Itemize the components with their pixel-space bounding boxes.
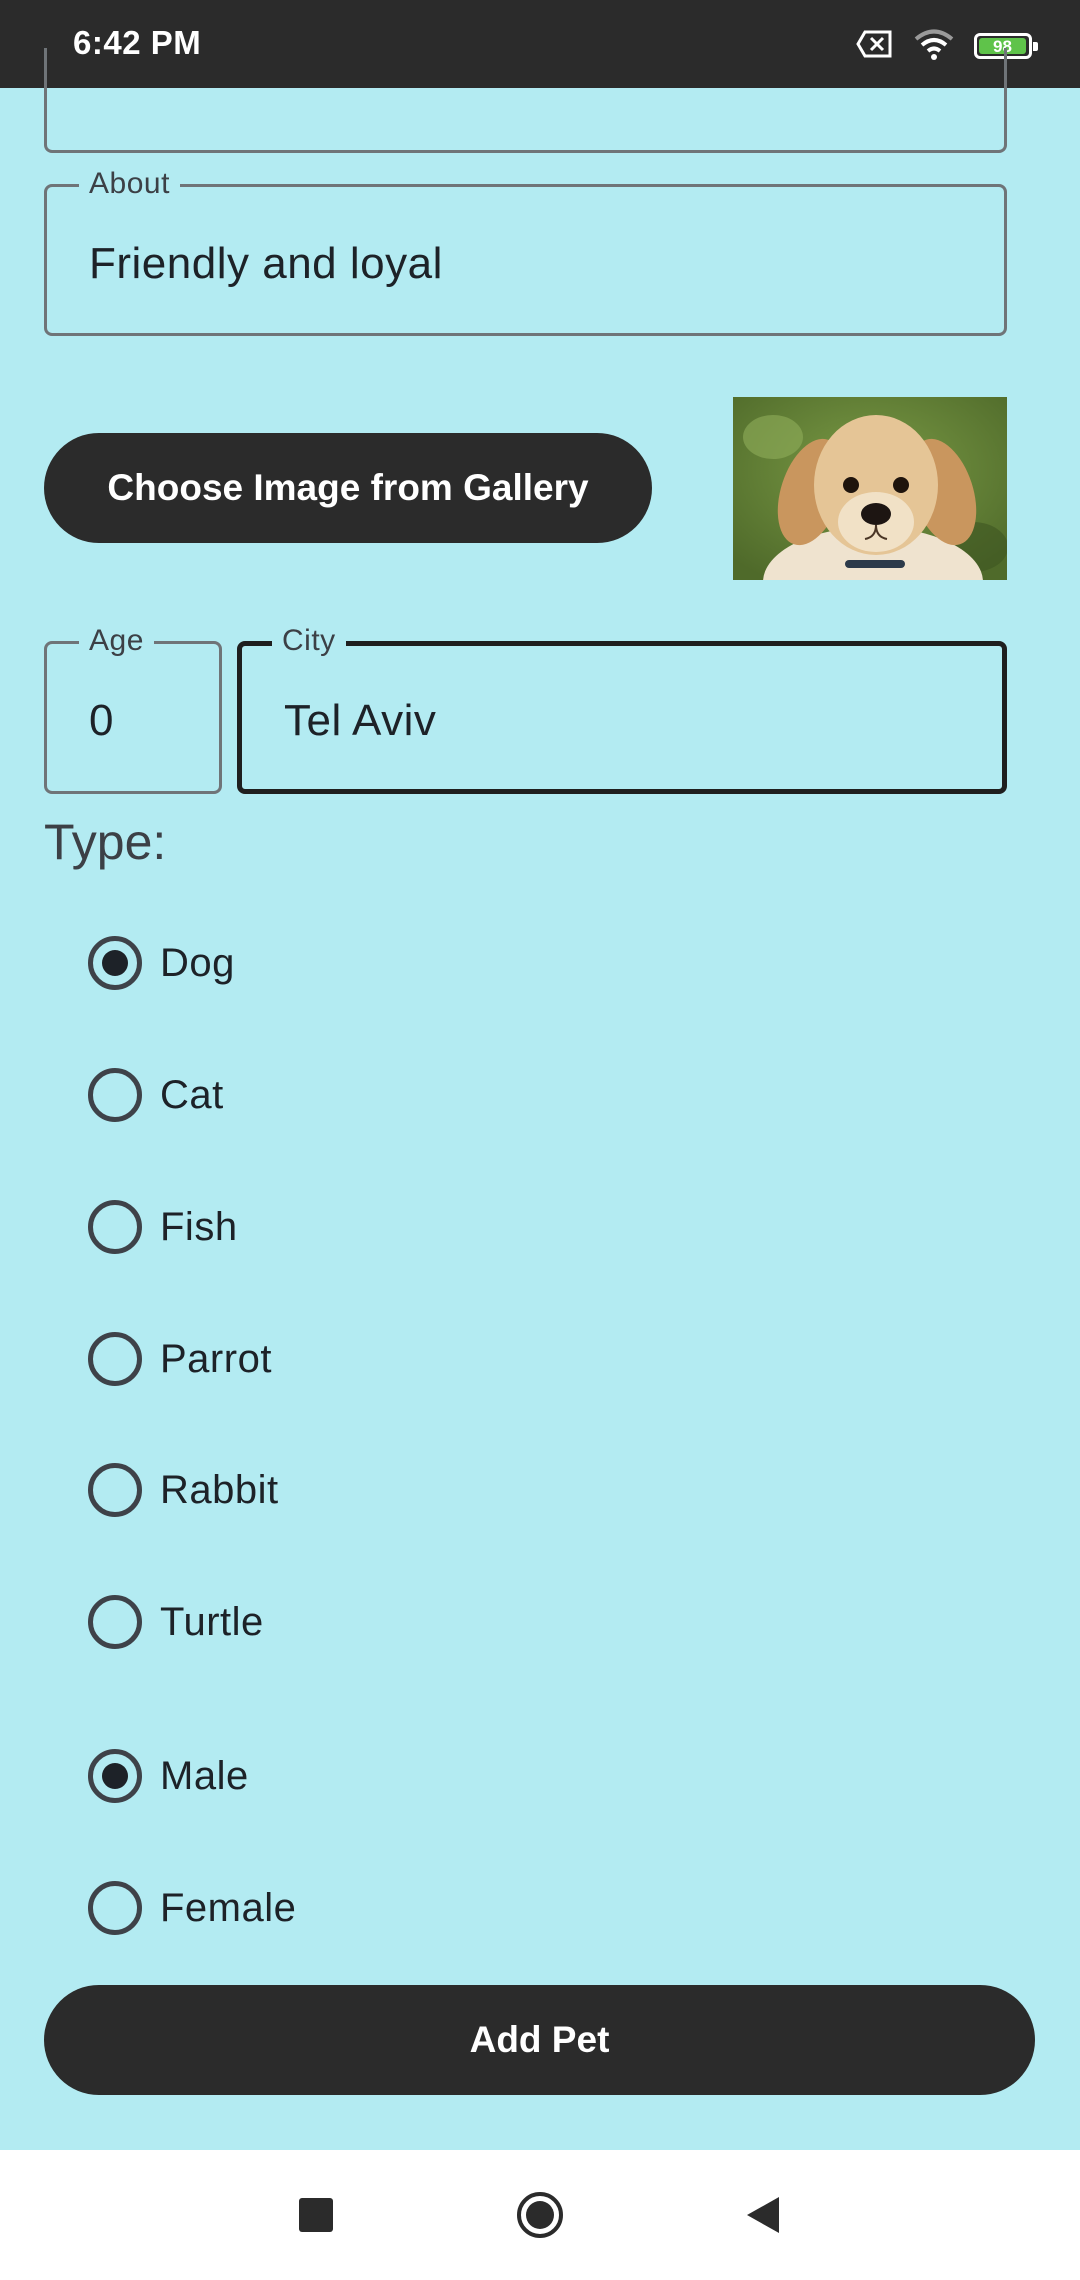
radio-dog[interactable]: Dog (88, 933, 235, 993)
radio-dot (102, 950, 128, 976)
recents-icon[interactable] (291, 2190, 341, 2240)
radio-label: Male (160, 1753, 249, 1798)
radio-cat[interactable]: Cat (88, 1065, 224, 1125)
home-icon[interactable] (515, 2190, 565, 2240)
choose-image-button[interactable]: Choose Image from Gallery (44, 433, 652, 543)
radio-dot (102, 1763, 128, 1789)
radio-label: Turtle (160, 1599, 264, 1644)
radio-button[interactable] (88, 1463, 142, 1517)
radio-label: Parrot (160, 1336, 272, 1381)
radio-male[interactable]: Male (88, 1746, 249, 1806)
city-value: Tel Aviv (284, 696, 437, 745)
about-value: Friendly and loyal (89, 239, 443, 288)
age-field[interactable]: Age 0 (44, 624, 222, 794)
radio-rabbit[interactable]: Rabbit (88, 1460, 279, 1520)
radio-button[interactable] (88, 1332, 142, 1386)
radio-button-selected[interactable] (88, 936, 142, 990)
add-pet-button[interactable]: Add Pet (44, 1985, 1035, 2095)
radio-turtle[interactable]: Turtle (88, 1592, 264, 1652)
radio-label: Cat (160, 1072, 224, 1117)
radio-label: Rabbit (160, 1467, 279, 1512)
radio-label: Dog (160, 940, 235, 985)
back-icon[interactable] (738, 2190, 788, 2240)
radio-female[interactable]: Female (88, 1878, 296, 1938)
previous-field[interactable] (44, 48, 1007, 153)
radio-button[interactable] (88, 1881, 142, 1935)
add-pet-form: About Friendly and loyal Choose Image fr… (0, 48, 1080, 2150)
age-value: 0 (89, 696, 114, 745)
navigation-bar (0, 2150, 1080, 2280)
city-label: City (272, 624, 346, 658)
radio-button[interactable] (88, 1068, 142, 1122)
radio-button[interactable] (88, 1200, 142, 1254)
radio-button[interactable] (88, 1595, 142, 1649)
city-field[interactable]: City Tel Aviv (237, 624, 1007, 794)
radio-button-selected[interactable] (88, 1749, 142, 1803)
radio-label: Female (160, 1885, 297, 1930)
radio-parrot[interactable]: Parrot (88, 1329, 272, 1389)
radio-label: Fish (160, 1204, 238, 1249)
about-label: About (79, 167, 180, 201)
about-field[interactable]: About Friendly and loyal (44, 167, 1007, 336)
pet-photo (733, 397, 1007, 580)
age-label: Age (79, 624, 154, 658)
radio-fish[interactable]: Fish (88, 1197, 238, 1257)
type-title: Type: (44, 814, 167, 870)
